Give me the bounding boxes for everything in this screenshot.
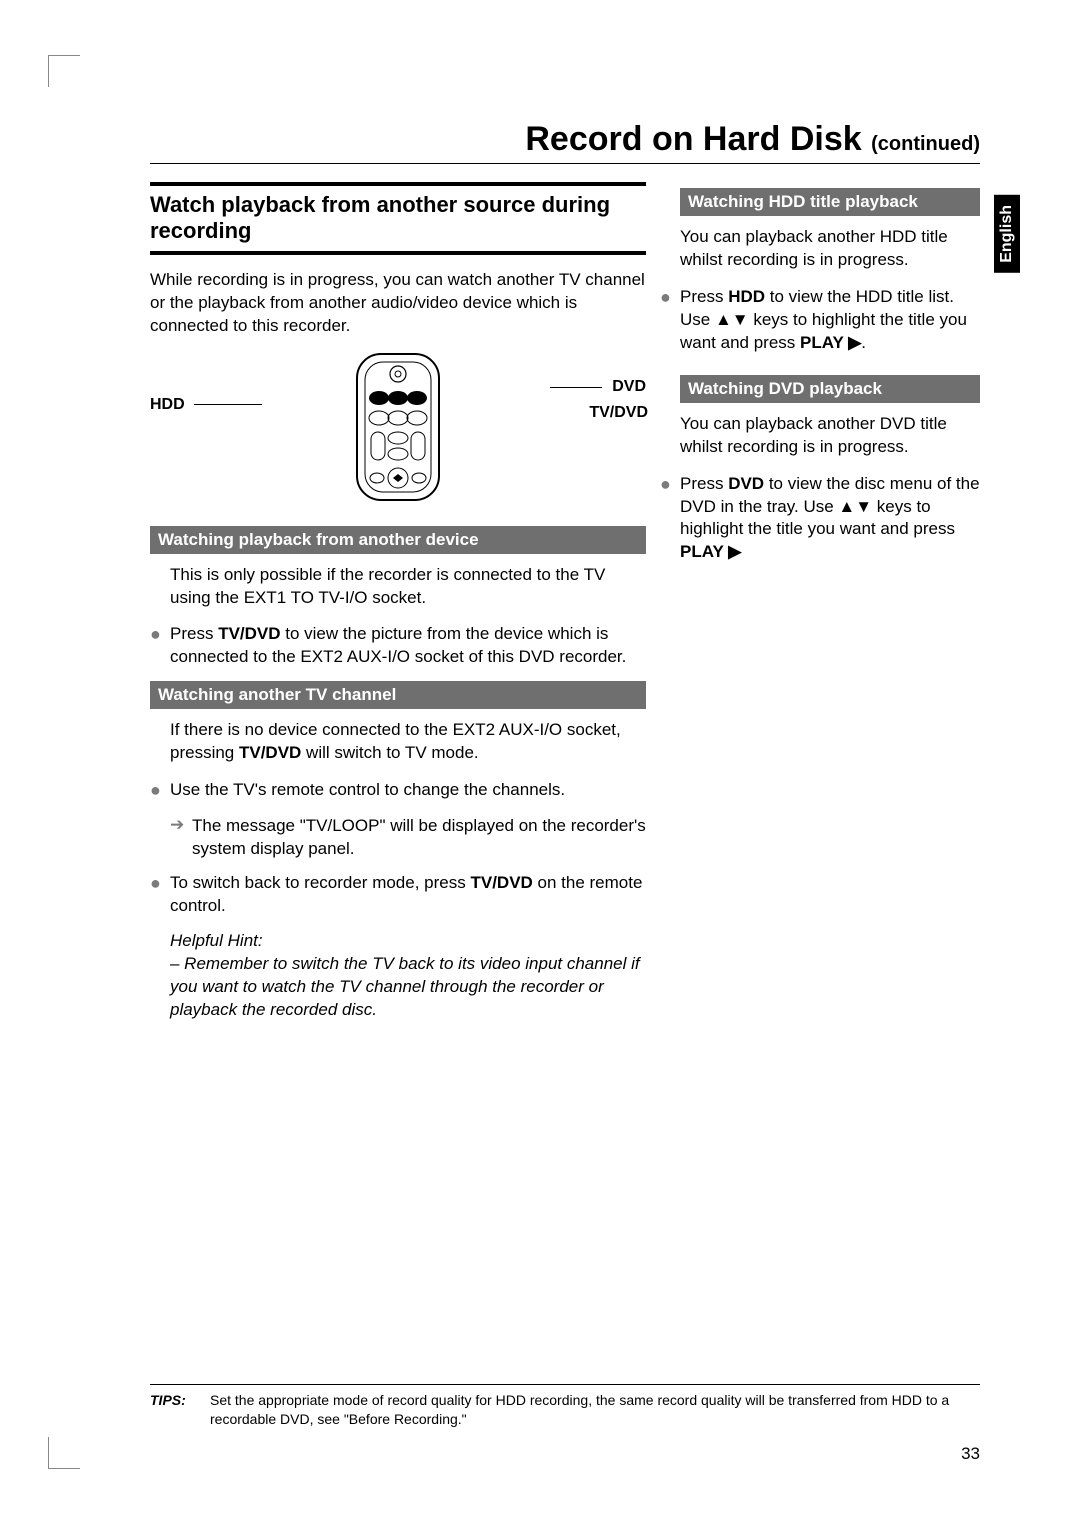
left-column: Watch playback from another source durin…	[150, 182, 646, 1022]
label-hdd: HDD	[150, 396, 185, 414]
text: Press	[170, 624, 218, 643]
bold-text: DVD	[728, 474, 764, 493]
subhead-another-tv: Watching another TV channel	[150, 681, 646, 709]
paragraph: You can playback another DVD title whils…	[680, 413, 980, 459]
bullet-item: ● Press HDD to view the HDD title list. …	[660, 286, 980, 355]
callout-line	[550, 387, 602, 388]
title-continued: (continued)	[871, 133, 980, 155]
text: .	[861, 333, 866, 352]
bullet-icon: ●	[150, 872, 170, 918]
text: Press	[680, 474, 728, 493]
crop-mark-top-left	[48, 55, 80, 87]
bullet-item: ● Press TV/DVD to view the picture from …	[150, 623, 646, 669]
bullet-item: ● Press DVD to view the disc menu of the…	[660, 473, 980, 565]
result-item: ➔ The message "TV/LOOP" will be displaye…	[150, 815, 646, 861]
section-heading: Watch playback from another source durin…	[150, 182, 646, 255]
text: Press	[680, 287, 728, 306]
bullet-text: Press HDD to view the HDD title list. Us…	[680, 286, 980, 355]
text: To switch back to recorder mode, press	[170, 873, 470, 892]
page-number: 33	[961, 1444, 980, 1464]
intro-paragraph: While recording is in progress, you can …	[150, 269, 646, 338]
bullet-text: To switch back to recorder mode, press T…	[170, 872, 646, 918]
bullet-icon: ●	[660, 473, 680, 565]
bullet-icon: ●	[150, 779, 170, 802]
bold-text: TV/DVD	[470, 873, 532, 892]
page-title: Record on Hard Disk (continued)	[80, 120, 1020, 159]
title-underline	[150, 163, 980, 164]
remote-icon	[343, 352, 453, 502]
hint-body: – Remember to switch the TV back to its …	[170, 953, 646, 1022]
bullet-icon: ●	[150, 623, 170, 669]
tips-text: Set the appropriate mode of record quali…	[210, 1391, 980, 1429]
bullet-item: ● To switch back to recorder mode, press…	[150, 872, 646, 918]
paragraph: You can playback another HDD title whils…	[680, 226, 980, 272]
bold-text: PLAY ▶	[800, 333, 861, 352]
label-tvdvd: TV/DVD	[589, 404, 648, 422]
content-columns: Watch playback from another source durin…	[150, 182, 980, 1022]
title-main: Record on Hard Disk	[525, 120, 861, 158]
paragraph: If there is no device connected to the E…	[170, 719, 646, 765]
right-column: Watching HDD title playback You can play…	[680, 182, 980, 1022]
callout-line	[194, 404, 262, 405]
label-dvd: DVD	[612, 378, 646, 396]
language-tab: English	[994, 195, 1020, 273]
bold-text: TV/DVD	[239, 743, 301, 762]
bullet-item: ● Use the TV's remote control to change …	[150, 779, 646, 802]
bullet-icon: ●	[660, 286, 680, 355]
remote-diagram: HDD DVD TV/DVD	[150, 352, 646, 512]
bullet-text: Press TV/DVD to view the picture from th…	[170, 623, 646, 669]
subhead-hdd-playback: Watching HDD title playback	[680, 188, 980, 216]
text: will switch to TV mode.	[301, 743, 478, 762]
paragraph: This is only possible if the recorder is…	[170, 564, 646, 610]
arrow-icon: ➔	[170, 815, 192, 861]
bold-text: PLAY ▶	[680, 542, 741, 561]
hint-label: Helpful Hint:	[170, 930, 646, 953]
helpful-hint: Helpful Hint: – Remember to switch the T…	[170, 930, 646, 1022]
bullet-text: Press DVD to view the disc menu of the D…	[680, 473, 980, 565]
result-text: The message "TV/LOOP" will be displayed …	[192, 815, 646, 861]
subhead-dvd-playback: Watching DVD playback	[680, 375, 980, 403]
bold-text: TV/DVD	[218, 624, 280, 643]
crop-mark-bottom-left	[48, 1437, 80, 1469]
bullet-text: Use the TV's remote control to change th…	[170, 779, 646, 802]
subhead-playback-other-device: Watching playback from another device	[150, 526, 646, 554]
bold-text: HDD	[728, 287, 765, 306]
tips-label: TIPS:	[150, 1391, 210, 1429]
tips-footer: TIPS: Set the appropriate mode of record…	[150, 1384, 980, 1429]
